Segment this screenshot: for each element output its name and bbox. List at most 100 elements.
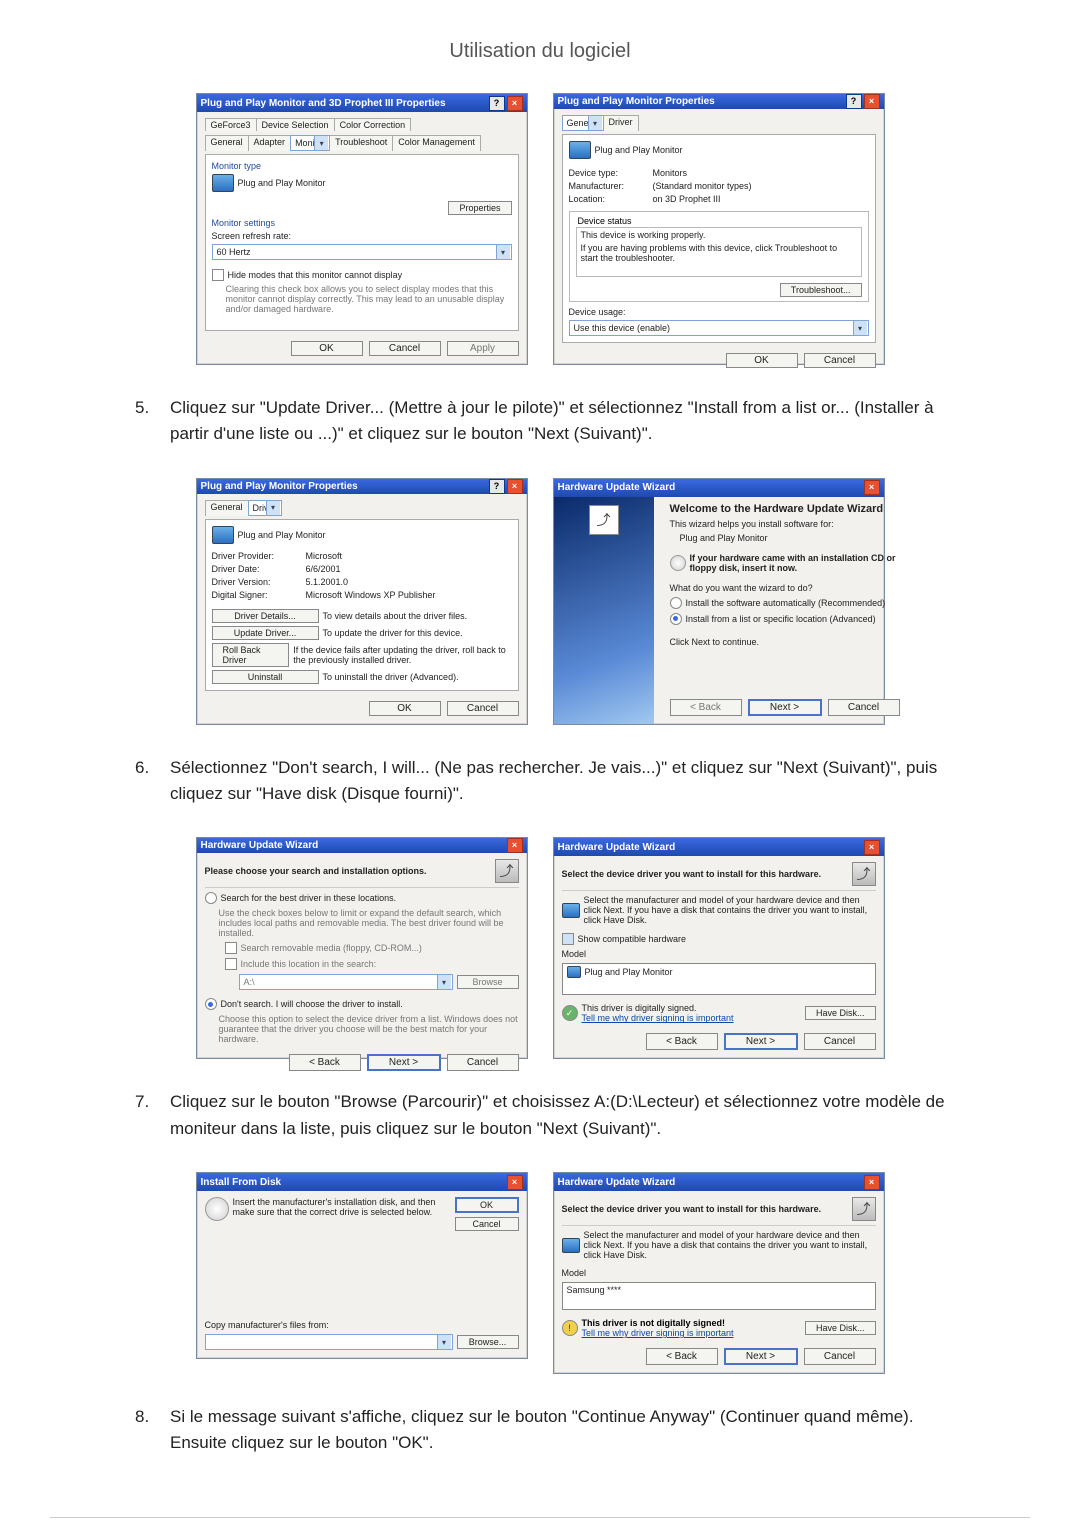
model-list[interactable]: Samsung ****: [562, 1282, 876, 1310]
wizard-icon: [852, 862, 876, 886]
ok-button[interactable]: OK: [369, 701, 441, 716]
step-text: Sélectionnez "Don't search, I will... (N…: [170, 758, 937, 803]
back-button[interactable]: < Back: [289, 1054, 361, 1071]
next-button[interactable]: Next >: [748, 699, 822, 716]
cancel-button[interactable]: Cancel: [447, 701, 519, 716]
tab-monitor[interactable]: Monitor: [290, 135, 330, 151]
close-icon[interactable]: ×: [507, 838, 523, 853]
have-disk-button[interactable]: Have Disk...: [805, 1321, 876, 1335]
troubleshoot-button[interactable]: Troubleshoot...: [780, 283, 862, 297]
model-item: Plug and Play Monitor: [585, 967, 673, 977]
properties-button[interactable]: Properties: [448, 201, 511, 215]
tab-color-correction[interactable]: Color Correction: [334, 118, 412, 131]
step-text: Cliquez sur "Update Driver... (Mettre à …: [170, 398, 934, 443]
cancel-button[interactable]: Cancel: [447, 1054, 519, 1071]
compat-label: Show compatible hardware: [578, 934, 687, 944]
browse-button[interactable]: Browse...: [457, 1335, 519, 1349]
help-icon[interactable]: ?: [489, 96, 505, 111]
figure-pair-2: Plug and Play Monitor Properties?× Gener…: [110, 478, 970, 725]
step-7: 7. Cliquez sur le bouton "Browse (Parcou…: [170, 1089, 950, 1142]
warning-icon: !: [562, 1320, 578, 1336]
ok-button[interactable]: OK: [455, 1197, 519, 1213]
tab-general[interactable]: General: [562, 115, 604, 131]
radio-dont-search[interactable]: [205, 998, 217, 1010]
update-driver-button[interactable]: Update Driver...: [212, 626, 319, 640]
check-removable: [225, 942, 237, 954]
refresh-rate-select[interactable]: 60 Hertz: [212, 244, 512, 260]
apply-button: Apply: [447, 341, 519, 356]
device-status-legend: Device status: [576, 216, 634, 226]
tab-driver[interactable]: Driver: [603, 115, 639, 131]
tab-adapter[interactable]: Adapter: [248, 135, 292, 151]
next-button[interactable]: Next >: [724, 1348, 798, 1365]
monitor-icon: [562, 1238, 580, 1253]
step-5: 5. Cliquez sur "Update Driver... (Mettre…: [170, 395, 950, 448]
model-list[interactable]: Plug and Play Monitor: [562, 963, 876, 995]
status-text-1: This device is working properly.: [581, 230, 857, 240]
next-button[interactable]: Next >: [367, 1054, 441, 1071]
radio-list-label: Install from a list or specific location…: [686, 614, 876, 624]
ok-button[interactable]: OK: [726, 353, 798, 368]
signing-link[interactable]: Tell me why driver signing is important: [582, 1013, 734, 1023]
close-icon[interactable]: ×: [864, 1175, 880, 1190]
monitor-settings-heading: Monitor settings: [212, 218, 512, 228]
tab-driver[interactable]: Driver: [248, 500, 282, 516]
hide-modes-note: Clearing this check box allows you to se…: [226, 284, 512, 314]
device-type-value: Monitors: [653, 168, 688, 178]
help-icon[interactable]: ?: [489, 479, 505, 494]
path-select[interactable]: [205, 1334, 453, 1350]
dialog-title: Plug and Play Monitor Properties: [201, 481, 358, 492]
wizard-select-driver-samsung-dialog: Hardware Update Wizard× Select the devic…: [553, 1172, 885, 1374]
tab-general[interactable]: General: [205, 500, 249, 516]
disk-icon: [205, 1197, 229, 1221]
dialog-title: Hardware Update Wizard: [558, 842, 676, 853]
refresh-rate-value: 60 Hertz: [217, 247, 251, 257]
device-type-label: Device type:: [569, 168, 649, 178]
cd-icon: [670, 555, 686, 571]
path-select: A:\: [239, 974, 453, 990]
back-button[interactable]: < Back: [646, 1033, 718, 1050]
back-button[interactable]: < Back: [646, 1348, 718, 1365]
radio-auto[interactable]: [670, 597, 682, 609]
cancel-button[interactable]: Cancel: [828, 699, 900, 716]
close-icon[interactable]: ×: [864, 480, 880, 495]
uninstall-button[interactable]: Uninstall: [212, 670, 319, 684]
signing-link[interactable]: Tell me why driver signing is important: [582, 1328, 734, 1338]
cancel-button[interactable]: Cancel: [455, 1217, 519, 1231]
model-heading: Model: [562, 949, 876, 959]
close-icon[interactable]: ×: [864, 94, 880, 109]
tab-device-selection[interactable]: Device Selection: [256, 118, 335, 131]
close-icon[interactable]: ×: [507, 96, 523, 111]
driver-details-button[interactable]: Driver Details...: [212, 609, 319, 623]
device-usage-select[interactable]: Use this device (enable): [569, 320, 869, 336]
cancel-button[interactable]: Cancel: [369, 341, 441, 356]
next-button[interactable]: Next >: [724, 1033, 798, 1050]
close-icon[interactable]: ×: [864, 840, 880, 855]
tab-general[interactable]: General: [205, 135, 249, 151]
cancel-button[interactable]: Cancel: [804, 353, 876, 368]
cancel-button[interactable]: Cancel: [804, 1348, 876, 1365]
step-number: 8.: [135, 1404, 149, 1430]
tab-geforce3[interactable]: GeForce3: [205, 118, 257, 131]
tab-color-management[interactable]: Color Management: [392, 135, 481, 151]
hide-modes-checkbox[interactable]: [212, 269, 224, 281]
compat-checkbox[interactable]: [562, 933, 574, 945]
help-icon[interactable]: ?: [846, 94, 862, 109]
rollback-button[interactable]: Roll Back Driver: [212, 643, 290, 667]
dialog-title: Plug and Play Monitor and 3D Prophet III…: [201, 98, 446, 109]
radio-list[interactable]: [670, 613, 682, 625]
wizard-icon: [852, 1197, 876, 1221]
figure-pair-1: Plug and Play Monitor and 3D Prophet III…: [110, 93, 970, 365]
provider-value: Microsoft: [306, 551, 343, 561]
close-icon[interactable]: ×: [507, 479, 523, 494]
radio-search[interactable]: [205, 892, 217, 904]
have-disk-button[interactable]: Have Disk...: [805, 1006, 876, 1020]
cancel-button[interactable]: Cancel: [804, 1033, 876, 1050]
ok-button[interactable]: OK: [291, 341, 363, 356]
uninstall-desc: To uninstall the driver (Advanced).: [323, 672, 459, 682]
browse-button: Browse: [457, 975, 519, 989]
tab-troubleshoot[interactable]: Troubleshoot: [329, 135, 393, 151]
close-icon[interactable]: ×: [507, 1175, 523, 1190]
monitor-type-heading: Monitor type: [212, 161, 512, 171]
path-value: A:\: [244, 977, 255, 987]
